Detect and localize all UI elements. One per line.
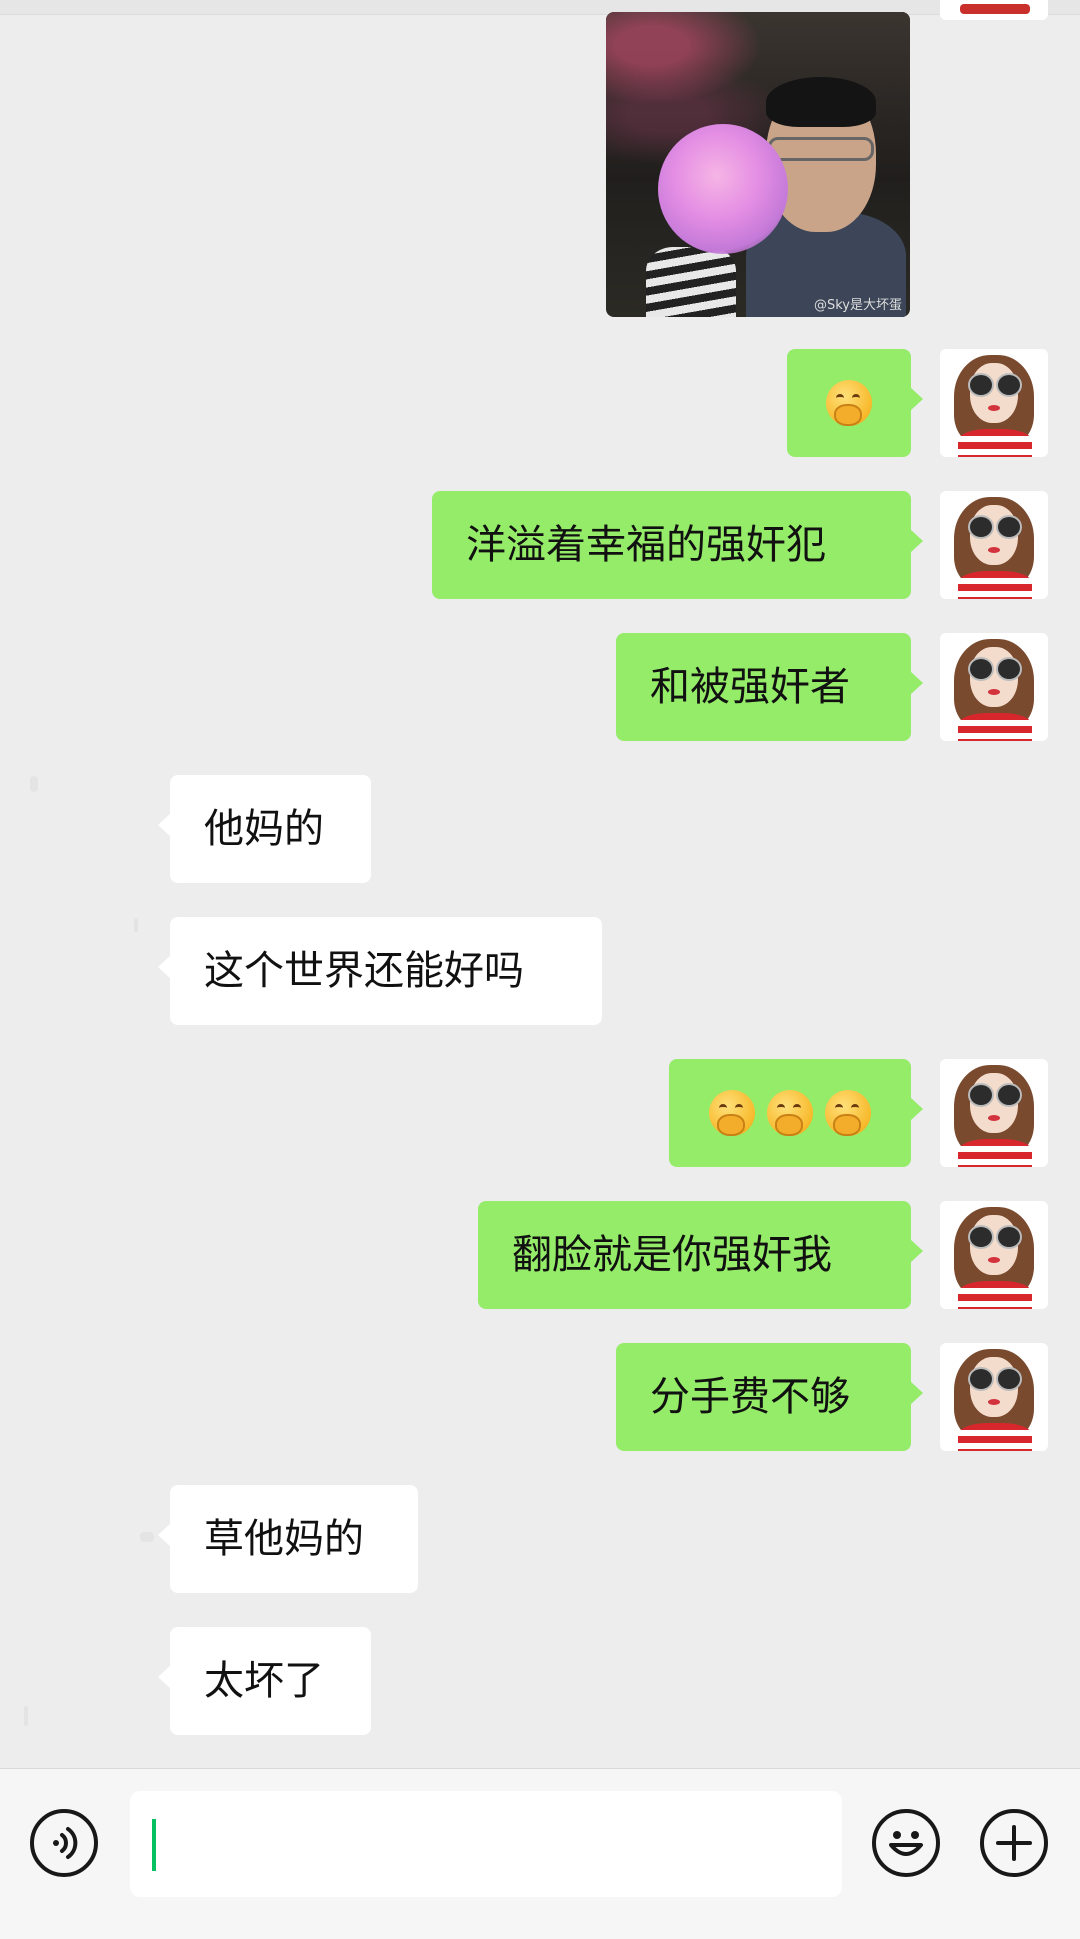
avatar[interactable]	[940, 1059, 1048, 1167]
avatar[interactable]	[940, 1343, 1048, 1451]
photo-message[interactable]: @Sky是大坏蛋	[606, 12, 910, 317]
message-bubble[interactable]: 和被强奸者	[616, 633, 923, 741]
voice-button[interactable]	[30, 1809, 98, 1877]
emoji-icon	[889, 1831, 923, 1856]
message-bubble[interactable]: 他妈的	[158, 775, 371, 883]
message-bubble-emoji[interactable]	[669, 1059, 923, 1167]
avatar[interactable]	[940, 633, 1048, 741]
face-with-hand-over-mouth-icon	[825, 1090, 871, 1136]
voice-icon	[53, 1827, 78, 1859]
avatar-partial	[940, 0, 1048, 20]
photo-watermark: @Sky是大坏蛋	[813, 298, 902, 313]
face-with-hand-over-mouth-icon	[767, 1090, 813, 1136]
text-cursor	[152, 1819, 156, 1871]
message-bubble-emoji[interactable]	[787, 349, 923, 457]
photo-figure-shirt	[646, 247, 736, 317]
photo-blur-mask	[658, 124, 788, 254]
avatar-partial	[24, 1706, 28, 1726]
face-with-hand-over-mouth-icon	[826, 380, 872, 426]
top-edge	[0, 0, 1080, 15]
input-bar	[0, 1768, 1080, 1939]
message-bubble[interactable]: 洋溢着幸福的强奸犯	[432, 491, 923, 599]
message-input[interactable]	[130, 1791, 842, 1897]
avatar-partial	[134, 918, 138, 932]
message-bubble[interactable]: 翻脸就是你强奸我	[478, 1201, 923, 1309]
face-with-hand-over-mouth-icon	[709, 1090, 755, 1136]
message-bubble[interactable]: 分手费不够	[616, 1343, 923, 1451]
avatar-partial	[140, 1532, 154, 1542]
avatar[interactable]	[940, 1201, 1048, 1309]
message-bubble[interactable]: 太坏了	[158, 1627, 371, 1735]
message-bubble[interactable]: 这个世界还能好吗	[158, 917, 602, 1025]
photo-man-hair	[766, 77, 876, 127]
avatar[interactable]	[940, 491, 1048, 599]
avatar[interactable]	[940, 349, 1048, 457]
avatar-partial	[30, 776, 38, 792]
message-bubble[interactable]: 草他妈的	[158, 1485, 418, 1593]
plus-icon	[996, 1825, 1032, 1861]
emoji-button[interactable]	[872, 1809, 940, 1877]
plus-button[interactable]	[980, 1809, 1048, 1877]
photo-glasses	[768, 137, 874, 161]
